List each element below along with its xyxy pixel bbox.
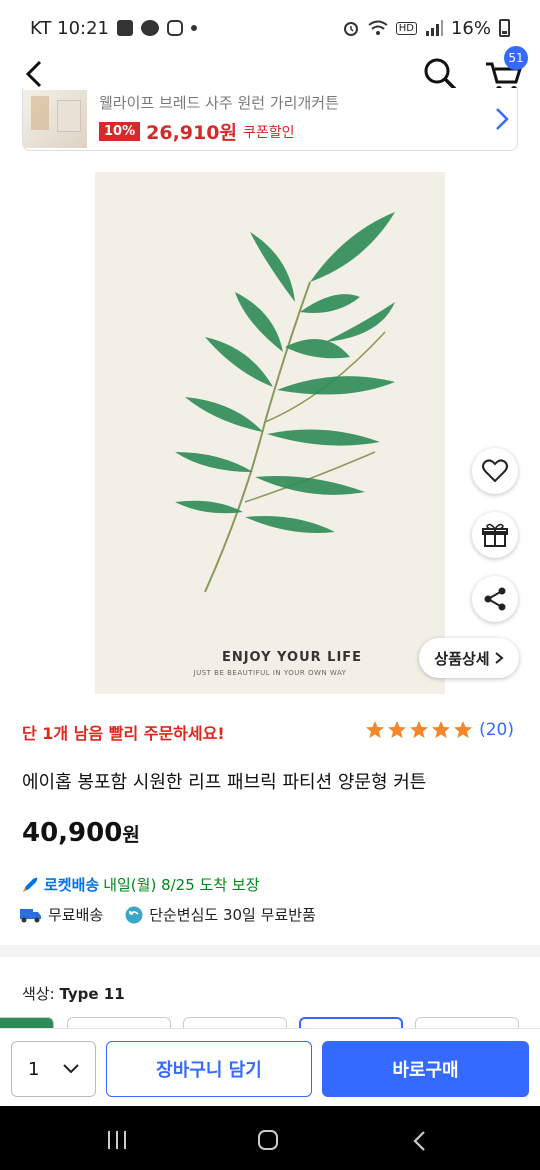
image-caption-title: ENJOY YOUR LIFE bbox=[221, 650, 363, 665]
truck-icon bbox=[20, 908, 41, 922]
purchase-bar: 1 장바구니 담기 바로구매 bbox=[0, 1028, 540, 1106]
product-price: 40,900원 bbox=[22, 818, 140, 848]
alarm-icon bbox=[343, 22, 358, 36]
chevron-right-icon bbox=[494, 652, 504, 664]
battery-icon bbox=[499, 19, 510, 37]
rating[interactable]: (20) bbox=[365, 720, 514, 740]
search-icon bbox=[424, 58, 457, 91]
stock-urgency-text: 단 1개 남음 빨리 주문하세요! bbox=[22, 724, 225, 743]
product-image[interactable]: ENJOY YOUR LIFE JUST BE BEAUTIFUL IN YOU… bbox=[95, 172, 445, 694]
price-number: 40,900 bbox=[22, 818, 123, 848]
star-icon bbox=[410, 721, 429, 738]
gallery-notification-icon bbox=[117, 20, 133, 36]
signal-icon bbox=[425, 20, 443, 36]
share-button[interactable] bbox=[472, 576, 518, 622]
share-icon bbox=[484, 587, 506, 611]
search-button[interactable] bbox=[422, 56, 458, 92]
leaf-illustration bbox=[175, 212, 395, 593]
quantity-value: 1 bbox=[28, 1058, 40, 1080]
free-return-label: 단순변심도 30일 무료반품 bbox=[149, 906, 316, 924]
hd-voice-badge: HD bbox=[395, 21, 417, 35]
instagram-notification-icon bbox=[167, 20, 183, 36]
color-option-title: 색상: bbox=[22, 985, 55, 1003]
recommended-product-info: 웰라이프 브레드 사주 원런 가리개커튼 10% 26,910원 쿠폰할인 bbox=[99, 88, 487, 150]
gift-button[interactable] bbox=[472, 512, 518, 558]
product-detail-button[interactable]: 상품상세 bbox=[419, 638, 519, 678]
star-icon bbox=[454, 721, 473, 738]
cart-count-badge: 51 bbox=[504, 46, 528, 70]
rocket-delivery-info: 로켓배송 내일(월) 8/25 도착 보장 bbox=[20, 874, 260, 895]
rocket-icon bbox=[23, 877, 38, 892]
chevron-right-icon bbox=[487, 107, 517, 131]
arrival-date: 내일(월) 8/25 도착 보장 bbox=[103, 876, 260, 894]
discount-badge: 10% bbox=[99, 122, 141, 141]
wifi-icon bbox=[368, 20, 388, 35]
recommended-product-price: 26,910원 bbox=[146, 122, 237, 144]
recommended-product-banner[interactable]: 웰라이프 브레드 사주 원런 가리개커튼 10% 26,910원 쿠폰할인 bbox=[22, 88, 518, 151]
coupon-discount-label: 쿠폰할인 bbox=[242, 124, 295, 141]
back-button[interactable] bbox=[18, 56, 50, 92]
star-icon bbox=[388, 721, 407, 738]
status-bar: KT 10:21 HD 16% bbox=[0, 0, 540, 56]
section-divider bbox=[0, 945, 540, 957]
chevron-left-icon bbox=[413, 1131, 425, 1151]
status-time: KT 10:21 bbox=[30, 17, 109, 39]
quantity-select[interactable]: 1 bbox=[11, 1041, 96, 1097]
chevron-left-icon bbox=[25, 60, 42, 88]
product-title: 에이홉 봉포함 시원한 리프 패브릭 파티션 양문형 커튼 bbox=[22, 772, 427, 793]
review-count[interactable]: (20) bbox=[479, 720, 514, 740]
return-icon bbox=[125, 906, 143, 923]
price-unit: 원 bbox=[122, 824, 140, 846]
product-detail-label: 상품상세 bbox=[434, 649, 490, 668]
system-navigation-bar bbox=[0, 1106, 540, 1170]
color-option-label: 색상: Type 11 bbox=[22, 983, 125, 1004]
recommended-product-name: 웰라이프 브레드 사주 원런 가리개커튼 bbox=[99, 94, 339, 112]
recent-apps-button[interactable] bbox=[108, 1131, 126, 1149]
gift-icon bbox=[482, 523, 508, 547]
rocket-delivery-label: 로켓배송 bbox=[44, 876, 100, 894]
star-icon bbox=[366, 721, 385, 738]
battery-percent: 16% bbox=[450, 17, 491, 39]
home-button[interactable] bbox=[258, 1130, 278, 1150]
wishlist-button[interactable] bbox=[472, 448, 518, 494]
chevron-down-icon bbox=[63, 1064, 79, 1074]
image-caption-subtitle: JUST BE BEAUTIFUL IN YOUR OWN WAY bbox=[193, 669, 347, 677]
buy-now-button[interactable]: 바로구매 bbox=[322, 1041, 529, 1097]
star-icon bbox=[432, 721, 451, 738]
kakaotalk-notification-icon bbox=[141, 20, 159, 36]
system-back-button[interactable] bbox=[412, 1130, 426, 1156]
color-option-value: Type 11 bbox=[59, 985, 125, 1003]
shipping-info: 무료배송 단순변심도 30일 무료반품 bbox=[20, 904, 316, 925]
more-notifications-icon bbox=[191, 25, 197, 31]
add-to-cart-button[interactable]: 장바구니 담기 bbox=[106, 1041, 312, 1097]
recommended-product-thumbnail bbox=[23, 90, 87, 148]
recommended-product-price-row: 10% 26,910원 쿠폰할인 bbox=[99, 118, 294, 145]
heart-icon bbox=[482, 459, 508, 483]
free-shipping-label: 무료배송 bbox=[48, 906, 104, 924]
